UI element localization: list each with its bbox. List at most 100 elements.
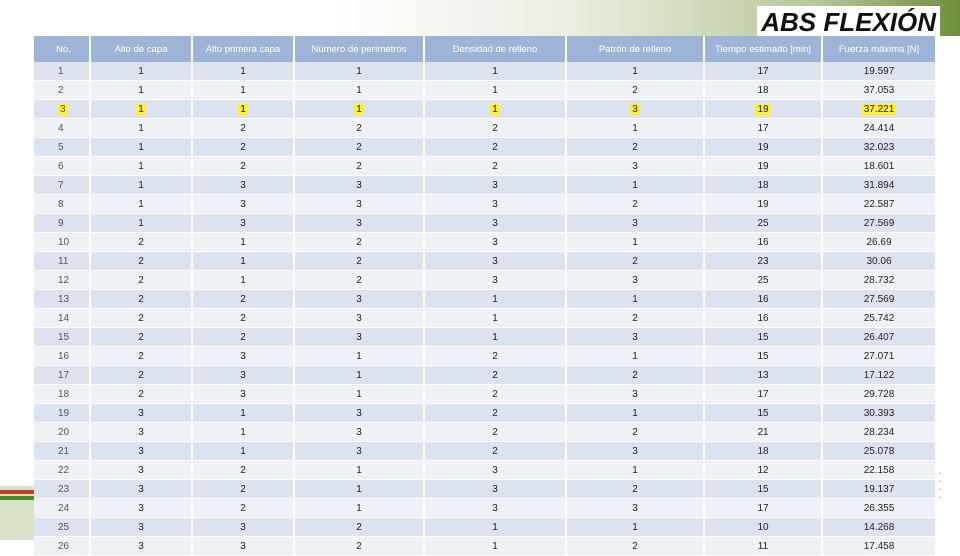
table-row[interactable]: 1 1 1 1 1 1 17 19.597: [34, 62, 937, 81]
table-row[interactable]: 10 2 1 2 3 1 16 26.69: [34, 232, 937, 252]
header-no[interactable]: No.: [34, 36, 91, 62]
table-row[interactable]: 21 3 1 3 2 3 18 25.078: [34, 441, 937, 461]
cell-infill-density: 1: [424, 536, 567, 556]
cell-layer-height: 1: [90, 137, 193, 157]
cell-infill-density: 3: [424, 479, 567, 499]
cell-infill-density: 3: [424, 460, 567, 480]
table-row[interactable]: 5 1 2 2 2 2 19 32.023: [34, 137, 937, 157]
cell-infill-density: 1: [424, 62, 567, 81]
table-row[interactable]: 11 2 1 2 3 2 23 30.06: [34, 251, 937, 271]
cell-estimated-time: 21: [704, 422, 823, 442]
cell-no: 4: [34, 118, 91, 138]
table-row[interactable]: 22 3 2 1 3 1 12 22.158: [34, 460, 937, 480]
cell-no: 26: [34, 536, 91, 556]
cell-estimated-time: 17: [704, 118, 823, 138]
table-row[interactable]: 17 2 3 1 2 2 13 17.122: [34, 365, 937, 385]
cell-no: 19: [34, 403, 91, 423]
results-table: No. Alto de capa Alto primera capa Númer…: [34, 36, 937, 556]
cell-estimated-time: 19: [704, 194, 823, 214]
header-estimated-time[interactable]: Tiempo estimado [min]: [704, 36, 823, 62]
header-first-layer-height[interactable]: Alto primera capa: [192, 36, 295, 62]
cell-infill-pattern: 3: [566, 327, 705, 347]
cell-infill-pattern: 3: [566, 270, 705, 290]
table-row[interactable]: 15 2 2 3 1 3 15 26.407: [34, 327, 937, 347]
cell-infill-density: 1: [424, 99, 567, 119]
cell-layer-height: 3: [90, 441, 193, 461]
cell-infill-density: 2: [424, 365, 567, 385]
cell-first-layer-height: 1: [192, 441, 295, 461]
cell-infill-density: 2: [424, 441, 567, 461]
cell-perimeters: 2: [294, 251, 425, 271]
table-row[interactable]: 16 2 3 1 2 1 15 27.071: [34, 346, 937, 366]
highlighted-value: 37.221: [861, 103, 897, 115]
table-row[interactable]: 26 3 3 2 1 2 11 17.458: [34, 536, 937, 556]
cell-layer-height: 1: [90, 118, 193, 138]
highlighted-value: 19: [755, 103, 771, 115]
cell-perimeters: 2: [294, 137, 425, 157]
highlighted-value: 1: [136, 103, 146, 115]
cell-first-layer-height: 1: [192, 422, 295, 442]
cell-layer-height: 1: [90, 175, 193, 195]
header-layer-height[interactable]: Alto de capa: [90, 36, 193, 62]
cell-no: 7: [34, 175, 91, 195]
table-row[interactable]: 13 2 2 3 1 1 16 27.569: [34, 289, 937, 309]
cell-no: 17: [34, 365, 91, 385]
cell-infill-pattern: 1: [566, 232, 705, 252]
cell-layer-height: 2: [90, 346, 193, 366]
cell-infill-density: 1: [424, 327, 567, 347]
cell-infill-pattern: 1: [566, 289, 705, 309]
table-row[interactable]: 8 1 3 3 3 2 19 22.587: [34, 194, 937, 214]
table-row[interactable]: 3 1 1 1 1 3 19 37.221: [34, 99, 937, 119]
cell-max-force: 14.268: [822, 517, 937, 537]
cell-infill-pattern: 1: [566, 460, 705, 480]
cell-first-layer-height: 3: [192, 384, 295, 404]
cell-first-layer-height: 2: [192, 289, 295, 309]
table-row[interactable]: 2 1 1 1 1 2 18 37.053: [34, 80, 937, 100]
table-row[interactable]: 24 3 2 1 3 3 17 26.355: [34, 498, 937, 518]
cell-infill-pattern: 2: [566, 80, 705, 100]
cell-perimeters: 2: [294, 517, 425, 537]
cell-no: 16: [34, 346, 91, 366]
cell-estimated-time: 17: [704, 384, 823, 404]
cell-no: 13: [34, 289, 91, 309]
cell-infill-pattern: 2: [566, 137, 705, 157]
cell-layer-height: 3: [90, 460, 193, 480]
table-row[interactable]: 4 1 2 2 2 1 17 24.414: [34, 118, 937, 138]
header-infill-density[interactable]: Densidad de relleno: [424, 36, 567, 62]
cell-no: 15: [34, 327, 91, 347]
cell-max-force: 22.587: [822, 194, 937, 214]
cell-max-force: 26.407: [822, 327, 937, 347]
highlighted-value: 1: [490, 103, 500, 115]
table-row[interactable]: 20 3 1 3 2 2 21 28.234: [34, 422, 937, 442]
decorative-footer-bar: [0, 486, 34, 540]
cell-infill-pattern: 1: [566, 62, 705, 81]
cell-infill-density: 3: [424, 213, 567, 233]
table-row[interactable]: 12 2 1 2 3 3 25 28.732: [34, 270, 937, 290]
table-row[interactable]: 25 3 3 2 1 1 10 14.268: [34, 517, 937, 537]
cell-infill-pattern: 2: [566, 479, 705, 499]
table-row[interactable]: 9 1 3 3 3 3 25 27.569: [34, 213, 937, 233]
table-row[interactable]: 23 3 2 1 3 2 15 19.137: [34, 479, 937, 499]
table-row[interactable]: 6 1 2 2 2 3 19 18.601: [34, 156, 937, 176]
cell-no: 24: [34, 498, 91, 518]
cell-layer-height: 1: [90, 80, 193, 100]
table-row[interactable]: 7 1 3 3 3 1 18 31.894: [34, 175, 937, 195]
cell-no: 10: [34, 232, 91, 252]
cell-infill-pattern: 3: [566, 156, 705, 176]
table-row[interactable]: 14 2 2 3 1 2 16 25.742: [34, 308, 937, 328]
cell-max-force: 19.597: [822, 62, 937, 81]
cell-infill-pattern: 1: [566, 118, 705, 138]
header-perimeters[interactable]: Número de perímetros: [294, 36, 425, 62]
cell-infill-density: 2: [424, 118, 567, 138]
cell-max-force: 17.458: [822, 536, 937, 556]
cell-max-force: 37.221: [822, 99, 937, 119]
table-row[interactable]: 18 2 3 1 2 3 17 29.728: [34, 384, 937, 404]
cell-infill-density: 3: [424, 232, 567, 252]
cell-max-force: 30.393: [822, 403, 937, 423]
cell-max-force: 31.894: [822, 175, 937, 195]
header-max-force[interactable]: Fuerza máxima [N]: [822, 36, 937, 62]
cell-perimeters: 1: [294, 62, 425, 81]
cell-first-layer-height: 3: [192, 213, 295, 233]
table-row[interactable]: 19 3 1 3 2 1 15 30.393: [34, 403, 937, 423]
header-infill-pattern[interactable]: Patrón de relleno: [566, 36, 705, 62]
